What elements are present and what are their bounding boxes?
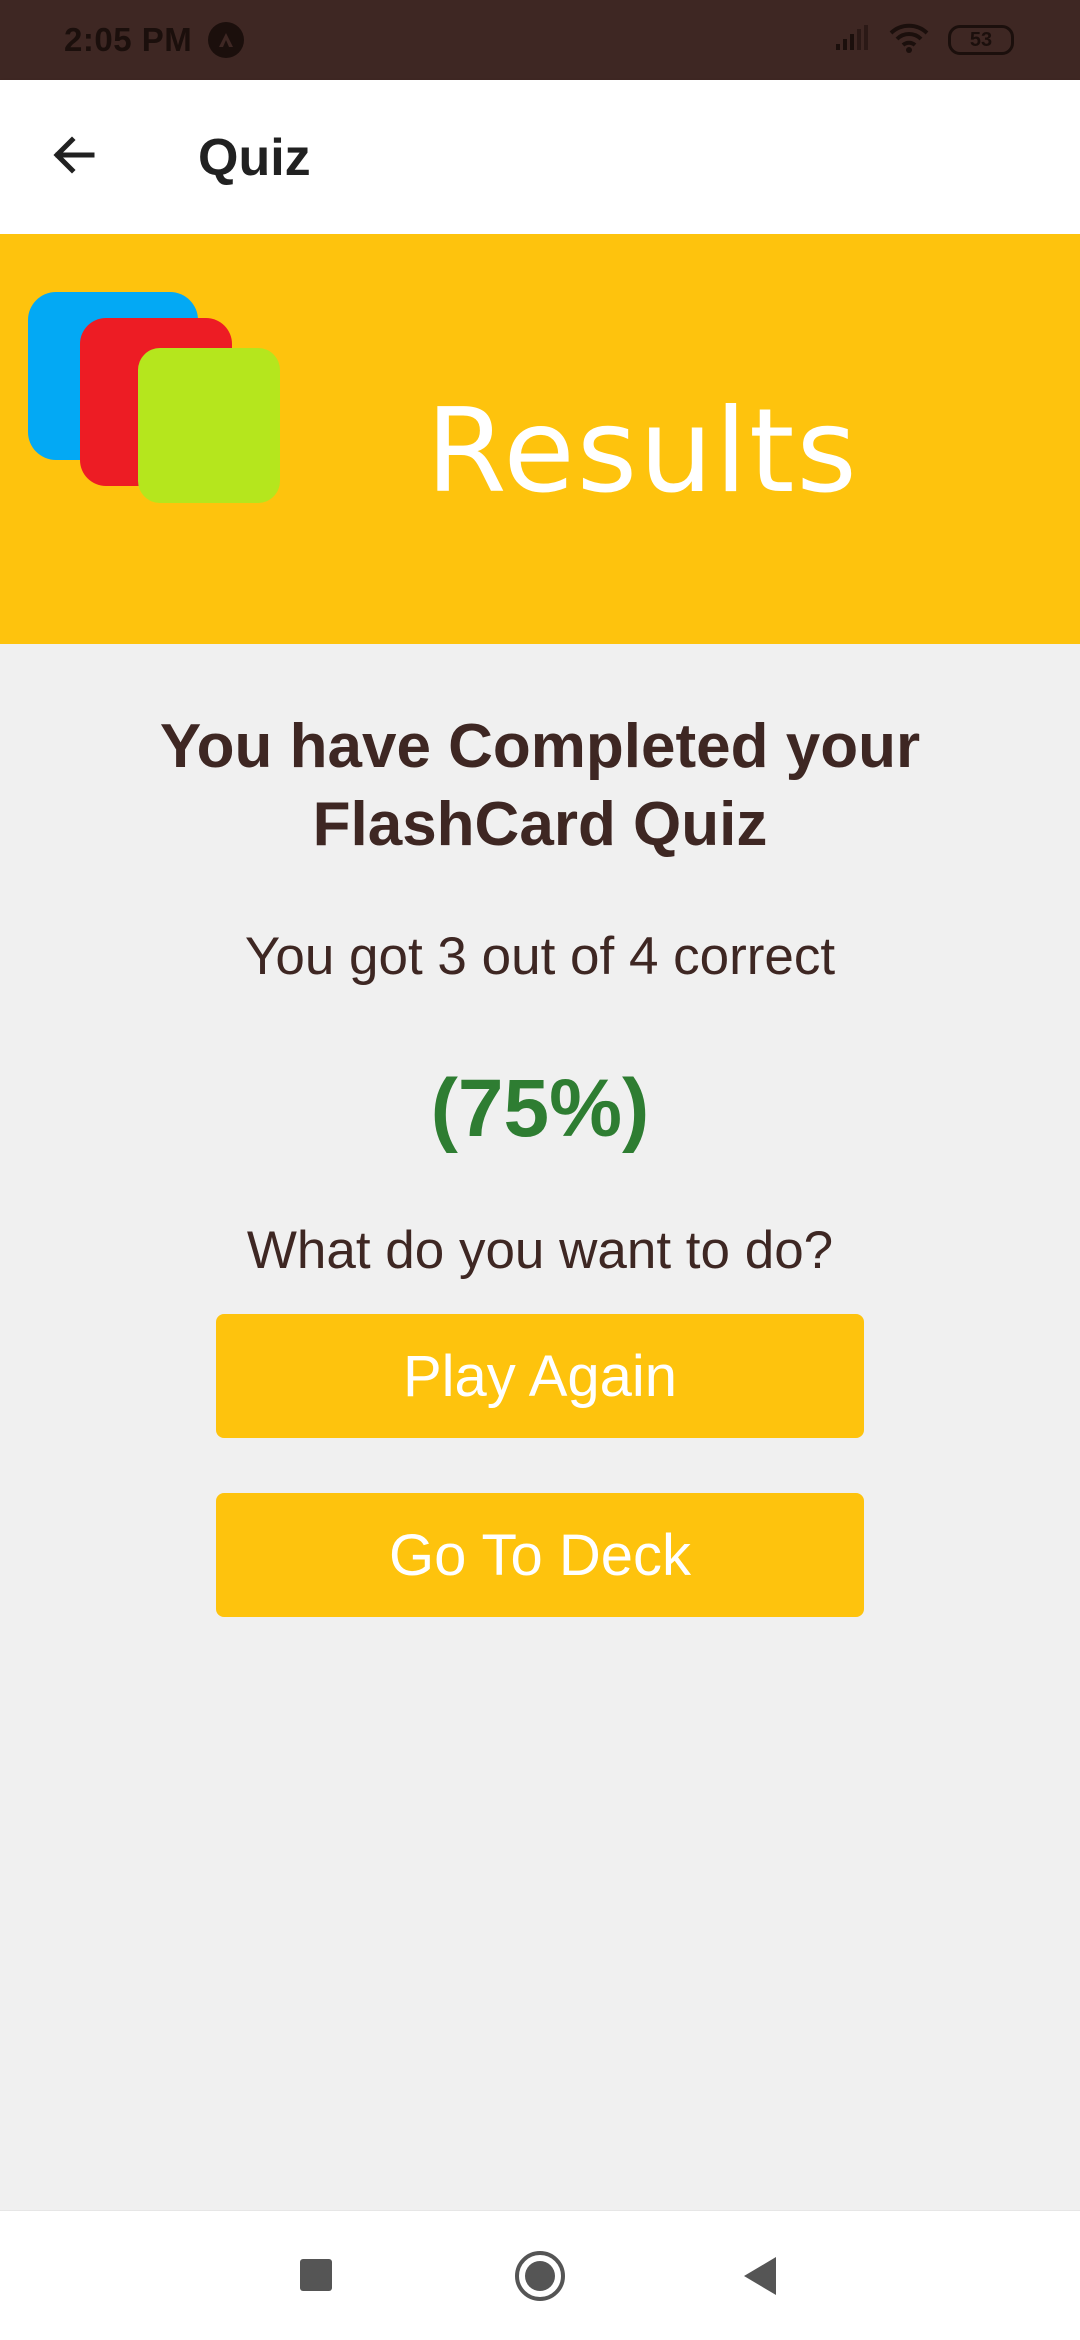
back-button[interactable] [34,117,114,197]
wifi-icon [888,22,930,59]
play-again-button[interactable]: Play Again [216,1314,864,1438]
next-action-prompt: What do you want to do? [246,1221,834,1280]
signal-icon [834,24,870,57]
completion-heading: You have Completed your FlashCard Quiz [159,712,921,859]
status-icons: 53 [834,0,1014,80]
screen: 2:05 PM 53 Quiz Results You have Complet… [0,0,1080,2340]
app-notification-icon [208,22,245,58]
back-triangle-icon[interactable] [744,2257,776,2295]
home-circle-icon[interactable] [515,2251,565,2301]
app-bar: Quiz [0,80,1080,234]
home-dot [525,2261,555,2291]
status-time: 2:05 PM [64,21,193,58]
system-nav-bar [0,2210,1080,2340]
results-banner: Results [0,234,1080,644]
score-percent: (75%) [430,1063,650,1154]
banner-title: Results [426,384,859,519]
flashcards-logo [24,292,304,542]
arrow-left-icon [50,131,98,184]
battery-icon: 53 [948,25,1014,55]
status-bar: 2:05 PM 53 [0,0,1080,80]
page-title: Quiz [198,129,311,187]
score-text: You got 3 out of 4 correct [244,927,836,986]
recents-square-icon[interactable] [300,2259,332,2291]
go-to-deck-button[interactable]: Go To Deck [216,1493,864,1617]
